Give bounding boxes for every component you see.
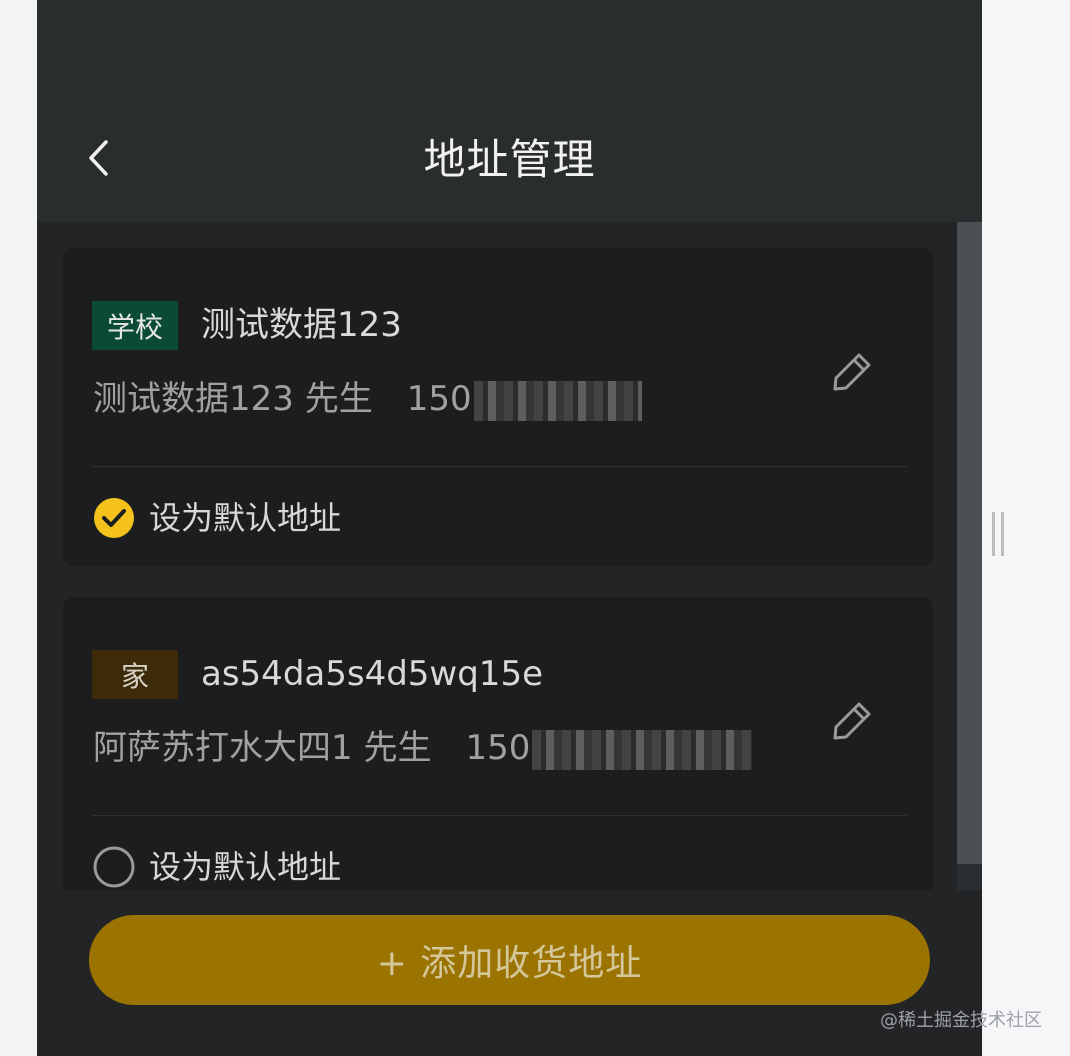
watermark: @稀土掘金技术社区 [880, 1010, 1042, 1031]
address-tag-school: 学校 [92, 301, 178, 350]
edit-address-button[interactable] [828, 346, 878, 396]
contact-name: 阿萨苏打水大四1 先生 [93, 728, 432, 768]
pencil-icon [833, 353, 871, 391]
phone-frame: 地址管理 学校 测试数据123 测试数据123 先生 150 设为默认地址 家 … [37, 0, 982, 1056]
address-card: 家 as54da5s4d5wq15e 阿萨苏打水大四1 先生 150 设为默认地… [63, 597, 933, 890]
left-margin [0, 0, 37, 1056]
unchecked-circle-icon [93, 846, 135, 888]
page-title: 地址管理 [423, 135, 596, 184]
phone-number: 150 [465, 728, 531, 768]
card-divider [92, 466, 907, 467]
phone-mosaic [473, 381, 642, 421]
phone-number: 150 [406, 379, 472, 419]
contact-info: 阿萨苏打水大四1 先生 150 [93, 725, 753, 771]
pencil-icon [833, 702, 871, 740]
set-default-toggle[interactable]: 设为默认地址 [93, 845, 341, 889]
address-tag-home: 家 [92, 650, 178, 699]
card-divider [92, 815, 907, 816]
bottom-bar: + 添加收货地址 [37, 890, 982, 1056]
contact-name: 测试数据123 先生 [93, 379, 373, 419]
set-default-toggle[interactable]: 设为默认地址 [93, 496, 341, 540]
set-default-label: 设为默认地址 [149, 499, 342, 537]
address-list[interactable]: 学校 测试数据123 测试数据123 先生 150 设为默认地址 家 as54d… [37, 222, 982, 890]
resize-handle[interactable] [992, 512, 1004, 556]
nav-bar: 地址管理 [37, 0, 982, 222]
set-default-label: 设为默认地址 [149, 848, 342, 886]
contact-info: 测试数据123 先生 150 [93, 376, 642, 422]
scrollbar-thumb[interactable] [957, 222, 982, 864]
phone-mosaic [532, 730, 753, 770]
address-name: as54da5s4d5wq15e [201, 654, 543, 694]
edit-address-button[interactable] [828, 695, 878, 745]
checked-circle-icon [94, 498, 134, 538]
add-address-button[interactable]: + 添加收货地址 [89, 915, 930, 1005]
address-card: 学校 测试数据123 测试数据123 先生 150 设为默认地址 [63, 248, 933, 566]
address-name: 测试数据123 [201, 305, 402, 345]
